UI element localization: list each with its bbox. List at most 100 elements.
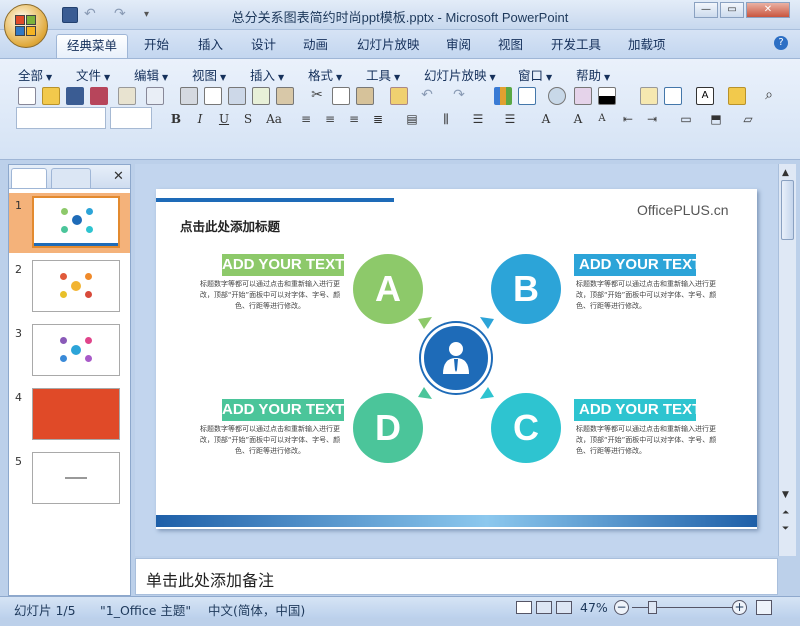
scroll-thumb[interactable]	[781, 180, 794, 240]
font-color-icon[interactable]: A	[536, 109, 556, 129]
underline-button[interactable]: U	[214, 109, 234, 129]
menu-all[interactable]: 全部 ▼	[18, 65, 52, 84]
textbox-icon[interactable]: A	[696, 87, 714, 105]
format-painter-icon[interactable]	[390, 87, 408, 105]
shapes-icon[interactable]: ▭	[676, 109, 696, 129]
bullets-icon[interactable]: ☰	[500, 109, 520, 129]
heading-c[interactable]: ADD YOUR TEXT	[574, 399, 696, 421]
new-icon[interactable]	[18, 87, 36, 105]
copy-icon[interactable]	[332, 87, 350, 105]
bold-button[interactable]: B	[166, 109, 186, 129]
zoom-out-icon[interactable]: −	[614, 600, 629, 615]
heading-d[interactable]: ADD YOUR TEXT	[222, 399, 344, 421]
color-icon[interactable]	[598, 87, 616, 105]
decrease-indent-icon[interactable]: ⇤	[618, 109, 638, 129]
slide-thumbnail-3[interactable]	[32, 324, 120, 376]
tab-outline[interactable]	[51, 168, 91, 188]
tab-slides[interactable]	[11, 168, 47, 188]
circle-a[interactable]: A	[353, 254, 423, 324]
scroll-down-icon[interactable]: ▼	[782, 490, 789, 500]
font-name-combo[interactable]	[16, 107, 106, 129]
change-case-button[interactable]: Aa	[262, 109, 286, 129]
tab-design[interactable]: 设计	[241, 34, 286, 58]
menu-slideshow[interactable]: 幻灯片放映 ▼	[424, 65, 496, 84]
table-icon[interactable]	[518, 87, 536, 105]
research-icon[interactable]	[276, 87, 294, 105]
tab-addins[interactable]: 加载项	[618, 34, 676, 58]
slide-thumbnail-2[interactable]	[32, 260, 120, 312]
circle-c[interactable]: C	[491, 393, 561, 463]
tab-review[interactable]: 审阅	[436, 34, 481, 58]
undo-toolbar-icon[interactable]: ↶	[418, 87, 436, 105]
shadow-button[interactable]: S	[238, 109, 258, 129]
clipart-icon[interactable]	[574, 87, 592, 105]
language-indicator[interactable]: 中文(简体，中国)	[208, 600, 305, 619]
arrange-icon[interactable]: ⬒	[706, 109, 726, 129]
tab-home[interactable]: 开始	[134, 34, 179, 58]
menu-view[interactable]: 视图 ▼	[192, 65, 226, 84]
sorter-view-icon[interactable]	[536, 601, 552, 614]
slide-title[interactable]: 点击此处添加标题	[180, 216, 280, 235]
scroll-up-icon[interactable]: ▲	[782, 168, 789, 178]
redo-toolbar-icon[interactable]: ↷	[450, 87, 468, 105]
text-a[interactable]: 标题数字等都可以通过点击和重新输入进行更改，顶部“开始”面板中可以对字体、字号、…	[198, 279, 342, 312]
maximize-button[interactable]: ▭	[720, 2, 744, 18]
numbering-icon[interactable]: ☰	[468, 109, 488, 129]
slide-layout-icon[interactable]	[664, 87, 682, 105]
tab-developer[interactable]: 开发工具	[541, 34, 611, 58]
undo-icon[interactable]: ↶	[84, 7, 100, 23]
text-c[interactable]: 标题数字等都可以通过点击和重新输入进行更改，顶部“开始”面板中可以对字体、字号、…	[576, 424, 720, 457]
heading-a[interactable]: ADD YOUR TEXT	[222, 254, 344, 276]
align-right-icon[interactable]: ≡	[344, 109, 364, 129]
slide-canvas[interactable]: 点击此处添加标题 OfficePLUS.cn ADD YOUR TEXT 标题数…	[156, 189, 757, 529]
smartart-icon[interactable]	[548, 87, 566, 105]
menu-tools[interactable]: 工具 ▼	[366, 65, 400, 84]
shrink-font-icon[interactable]: A	[592, 109, 612, 129]
text-d[interactable]: 标题数字等都可以通过点击和重新输入进行更改，顶部“开始”面板中可以对字体、字号、…	[198, 424, 342, 457]
menu-help[interactable]: 帮助 ▼	[576, 65, 610, 84]
tab-classic-menu[interactable]: 经典菜单	[56, 34, 129, 58]
menu-file[interactable]: 文件 ▼	[76, 65, 110, 84]
redo-icon[interactable]: ↷	[114, 7, 130, 23]
close-button[interactable]: ✕	[746, 2, 790, 18]
reading-view-icon[interactable]	[556, 601, 572, 614]
zoom-slider-thumb[interactable]	[648, 601, 657, 614]
zoom-slider-track[interactable]	[632, 607, 732, 608]
heading-b[interactable]: ADD YOUR TEXT	[574, 254, 696, 276]
font-size-combo[interactable]	[110, 107, 152, 129]
spelling-icon[interactable]	[252, 87, 270, 105]
publish-icon[interactable]	[146, 87, 164, 105]
minimize-button[interactable]: —	[694, 2, 718, 18]
open-icon[interactable]	[42, 87, 60, 105]
help-icon[interactable]: ?	[774, 36, 788, 50]
vertical-scrollbar[interactable]: ▲ ▼ ⏶ ⏷	[778, 164, 796, 556]
quick-styles-icon[interactable]: ▱	[738, 109, 758, 129]
print-icon[interactable]	[180, 87, 198, 105]
next-slide-icon[interactable]: ⏷	[782, 524, 789, 534]
folder-icon[interactable]	[728, 87, 746, 105]
permission-icon[interactable]	[90, 87, 108, 105]
prev-slide-icon[interactable]: ⏶	[782, 508, 789, 518]
normal-view-icon[interactable]	[516, 601, 532, 614]
close-pane-icon[interactable]: ✕	[113, 169, 124, 184]
layout-icon[interactable]	[228, 87, 246, 105]
email-icon[interactable]	[118, 87, 136, 105]
slide-thumbnail-1[interactable]	[32, 196, 120, 248]
center-hub[interactable]	[421, 323, 491, 393]
fit-window-icon[interactable]	[756, 600, 772, 615]
tab-insert[interactable]: 插入	[188, 34, 233, 58]
text-direction-icon[interactable]: ⫼	[436, 109, 456, 129]
notes-pane[interactable]: 单击此处添加备注	[135, 558, 778, 595]
circle-d[interactable]: D	[353, 393, 423, 463]
slide-thumbnail-4[interactable]	[32, 388, 120, 440]
paste-icon[interactable]	[356, 87, 374, 105]
office-button[interactable]	[4, 4, 48, 48]
italic-button[interactable]: I	[190, 109, 210, 129]
slide-thumbnail-5[interactable]	[32, 452, 120, 504]
align-left-icon[interactable]: ≡	[296, 109, 316, 129]
circle-b[interactable]: B	[491, 254, 561, 324]
tab-slideshow[interactable]: 幻灯片放映	[347, 34, 430, 58]
menu-insert[interactable]: 插入 ▼	[250, 65, 284, 84]
zoom-level[interactable]: 47%	[580, 600, 608, 615]
align-center-icon[interactable]: ≡	[320, 109, 340, 129]
